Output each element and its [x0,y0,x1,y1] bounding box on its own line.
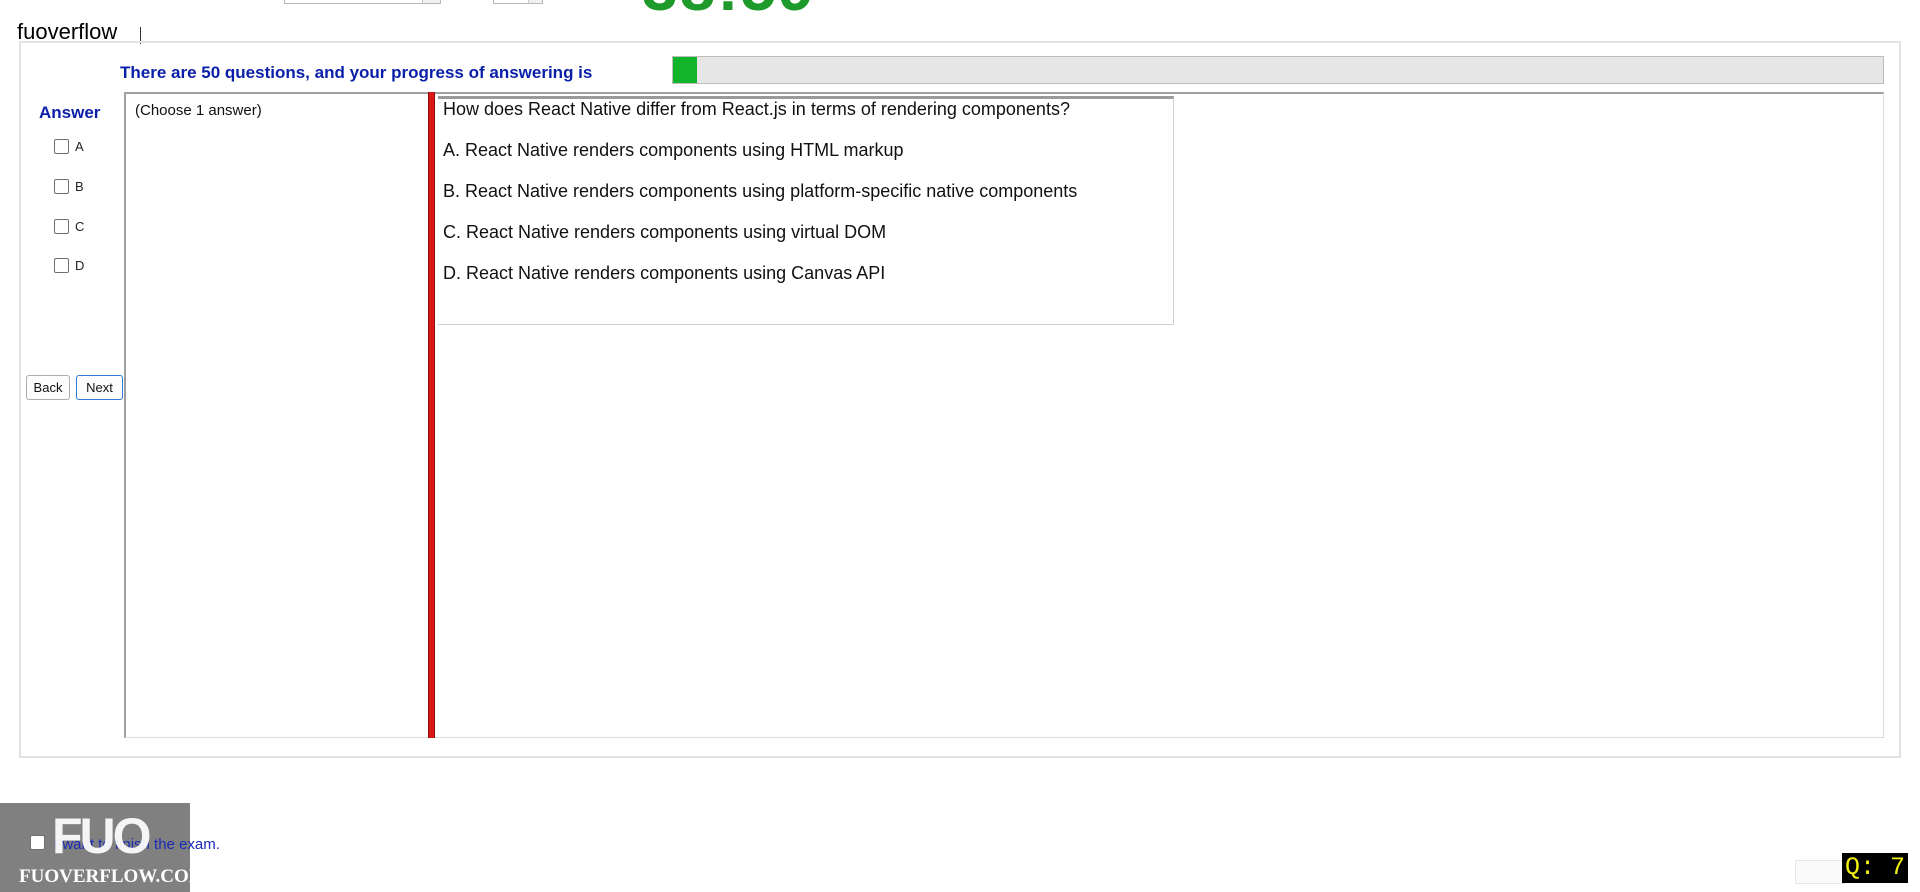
font-size-spinner[interactable] [493,0,543,4]
option-label-a: A [75,139,84,154]
panel-splitter[interactable] [428,92,435,738]
option-label-c: C [75,219,85,234]
question-text: How does React Native differ from React.… [443,99,1070,119]
option-label-d: D [75,258,85,273]
option-label-b: B [75,179,84,194]
watermark-text: FUOVERFLOW.COM [19,866,207,887]
question-counter: Q: 7 [1842,853,1909,883]
exam-code-combobox[interactable] [284,0,441,4]
choice-a-text: A. React Native renders components using… [443,140,904,160]
answer-option-d[interactable]: D [54,258,84,273]
countdown-timer: 38:59 [642,0,816,20]
checkbox-d[interactable] [54,258,69,273]
checkbox-b[interactable] [54,179,69,194]
spin-arrows-icon[interactable] [528,0,542,3]
checkbox-a[interactable] [54,139,69,154]
fuo-logo-icon: FUO [52,808,152,864]
choice-b-text: B. React Native renders components using… [443,181,1078,201]
checkbox-c[interactable] [54,219,69,234]
choice-d-text: D. React Native renders components using… [443,263,886,283]
question-box [438,96,1174,325]
chevron-down-icon[interactable] [422,0,440,3]
progress-bar-fill [673,57,698,83]
next-button[interactable]: Next [76,375,123,400]
small-input-box[interactable] [1795,860,1845,884]
finish-exam-checkbox[interactable] [30,835,45,850]
answer-option-c[interactable]: C [54,219,84,234]
back-button[interactable]: Back [26,375,70,400]
answer-heading: Answer [39,103,101,122]
progress-bar [672,56,1884,84]
answer-option-a[interactable]: A [54,139,84,154]
answer-option-b[interactable]: B [54,179,84,194]
choice-c-text: C. React Native renders components using… [443,222,887,242]
progress-label: There are 50 questions, and your progres… [120,63,593,82]
choose-hint: (Choose 1 answer) [135,102,262,119]
